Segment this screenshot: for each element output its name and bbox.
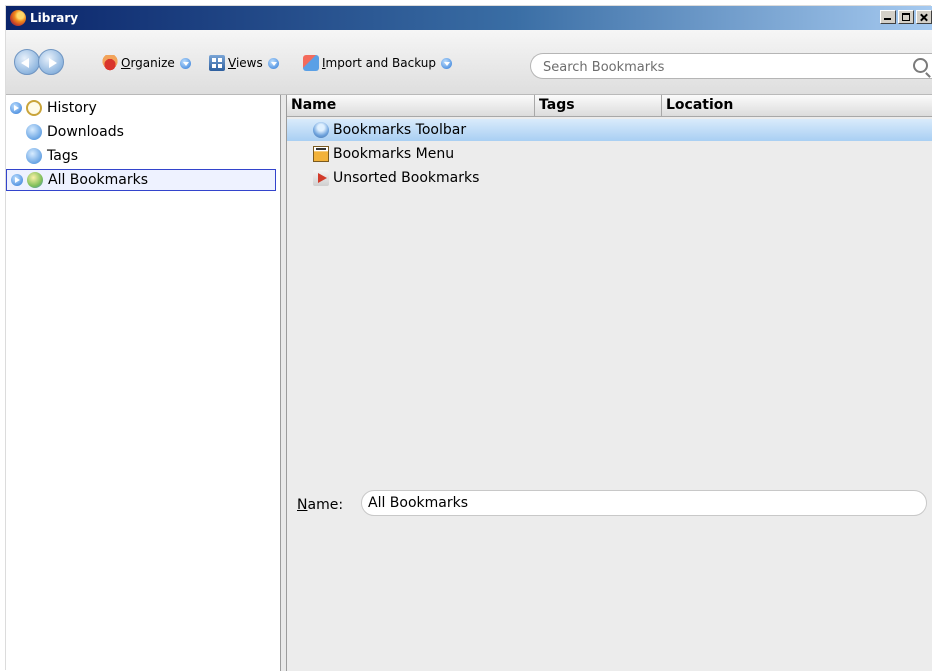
sidebar-item-label: Tags <box>47 148 78 164</box>
bookmarks-content: Name Tags Location Bookmarks Toolbar Boo… <box>287 95 932 671</box>
minimize-button[interactable] <box>880 10 896 24</box>
expand-twisty-icon[interactable] <box>10 102 22 114</box>
table-row[interactable]: Unsorted Bookmarks <box>287 167 932 189</box>
search-input[interactable] <box>541 57 905 77</box>
row-name: Bookmarks Toolbar <box>333 122 467 138</box>
import-backup-dropdown-icon <box>441 57 453 69</box>
places-sidebar: History Downloads Tags All Bookmarks <box>6 95 281 671</box>
column-headers: Name Tags Location <box>287 95 932 117</box>
back-button[interactable] <box>14 49 40 75</box>
organize-dropdown-icon <box>179 57 191 69</box>
organize-button[interactable]: Organize <box>102 54 191 72</box>
import-backup-button[interactable]: Import and Backup <box>303 54 453 72</box>
sidebar-item-tags[interactable]: Tags <box>6 145 276 167</box>
bookmarks-toolbar-icon <box>313 122 329 138</box>
bookmarks-menu-icon <box>313 146 329 162</box>
name-field[interactable] <box>361 490 927 516</box>
column-header-name[interactable]: Name <box>287 95 535 116</box>
details-pane: Name: <box>287 485 932 525</box>
views-icon <box>209 55 225 71</box>
library-window: Library Organize Views Import and Backup <box>6 6 932 671</box>
unsorted-bookmarks-icon <box>313 170 329 186</box>
sidebar-item-label: History <box>47 100 97 116</box>
window-title: Library <box>30 11 79 25</box>
views-button[interactable]: Views <box>209 54 279 72</box>
firefox-icon <box>10 10 26 26</box>
sidebar-item-downloads[interactable]: Downloads <box>6 121 276 143</box>
table-row[interactable]: Bookmarks Menu <box>287 143 932 165</box>
forward-button[interactable] <box>38 49 64 75</box>
name-label: Name: <box>297 497 344 513</box>
organize-label: Organize <box>121 56 175 70</box>
table-row[interactable]: Bookmarks Toolbar <box>287 119 932 141</box>
close-button[interactable] <box>916 10 932 24</box>
import-backup-label: Import and Backup <box>322 56 437 70</box>
downloads-icon <box>26 124 42 140</box>
column-header-location[interactable]: Location <box>662 95 932 116</box>
row-name: Bookmarks Menu <box>333 146 455 162</box>
search-box[interactable] <box>530 53 932 79</box>
all-bookmarks-icon <box>27 172 43 188</box>
row-name: Unsorted Bookmarks <box>333 170 480 186</box>
tags-icon <box>26 148 42 164</box>
organize-icon <box>102 55 118 71</box>
history-icon <box>26 100 42 116</box>
import-backup-icon <box>303 55 319 71</box>
sidebar-item-label: All Bookmarks <box>48 172 149 188</box>
sidebar-item-label: Downloads <box>47 124 124 140</box>
search-icon[interactable] <box>913 58 928 73</box>
toolbar: Organize Views Import and Backup <box>6 30 932 95</box>
sidebar-item-all-bookmarks[interactable]: All Bookmarks <box>6 169 276 191</box>
title-bar[interactable]: Library <box>6 6 932 30</box>
maximize-button[interactable] <box>898 10 914 24</box>
expand-twisty-icon[interactable] <box>11 174 23 186</box>
sidebar-item-history[interactable]: History <box>6 97 276 119</box>
window-controls <box>880 10 932 24</box>
views-label: Views <box>228 56 263 70</box>
column-header-tags[interactable]: Tags <box>535 95 662 116</box>
views-dropdown-icon <box>267 57 279 69</box>
